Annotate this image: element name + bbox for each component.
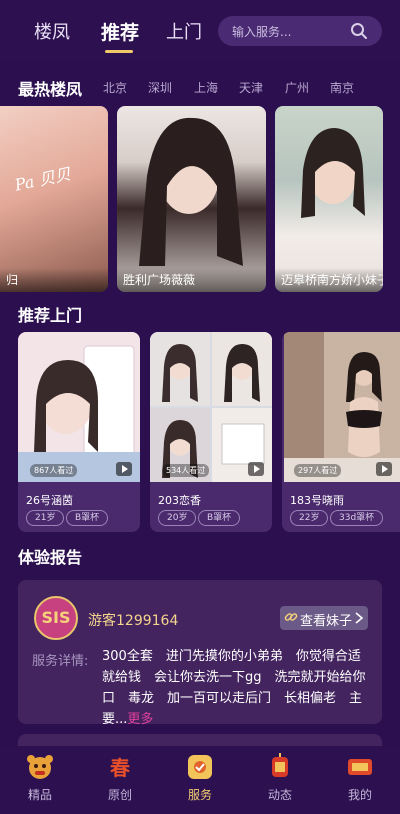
search-input[interactable]: 输入服务...	[218, 16, 382, 46]
nav-label: 动态	[267, 788, 292, 802]
tab-loufeng[interactable]: 楼凤	[34, 18, 70, 44]
detail-label: 服务详情:	[32, 654, 89, 669]
play-icon[interactable]	[248, 462, 264, 476]
nav-label: 精品	[27, 788, 52, 802]
report-section-title: 体验报告	[18, 548, 83, 567]
city-filter[interactable]: 天津	[239, 79, 263, 96]
nav-item-service[interactable]: 服务	[170, 752, 230, 808]
card-image	[150, 332, 272, 482]
hot-section-title: 最热楼凤	[18, 80, 83, 99]
card-image	[18, 332, 140, 482]
report-card: SIS 游客1299164 查看妹子 服务详情: 300全套 进门先摸你的小弟弟…	[18, 580, 382, 727]
service-icon	[188, 755, 212, 779]
nav-item-moments[interactable]: 动态	[250, 752, 310, 808]
hot-card-caption: 胜利广场薇薇	[117, 268, 266, 292]
recommend-card[interactable]: 534人看过 203恋香 20岁 B罩杯	[150, 332, 272, 532]
hot-card[interactable]: 迈皋桥南方娇小妹子	[275, 106, 383, 292]
hot-card-name: 归	[6, 273, 19, 287]
hot-card-caption: 归	[0, 268, 108, 292]
nav-label: 我的	[347, 788, 372, 802]
hot-card-name: 胜利广场薇薇	[123, 273, 196, 287]
profile-icon	[348, 759, 372, 775]
card-image	[284, 332, 400, 482]
hot-card-name: 迈皋桥南方娇小妹子	[281, 273, 383, 287]
chevron-right-icon	[355, 612, 364, 624]
tab-recommend[interactable]: 推荐	[101, 18, 139, 45]
hot-card[interactable]: Pa 贝贝 归	[0, 106, 108, 292]
cup-tag: B罩杯	[198, 510, 241, 526]
svg-text:春: 春	[109, 756, 131, 780]
card-overlay-text: Pa 贝贝	[12, 164, 73, 195]
city-filter[interactable]: 上海	[194, 79, 218, 96]
tab-door[interactable]: 上门	[166, 18, 202, 44]
bottom-nav: 精品 春 原创 服务 动态 我的	[0, 746, 400, 814]
search-placeholder: 输入服务...	[232, 25, 292, 39]
top-tab-bar: 楼凤 推荐 上门 输入服务...	[0, 0, 400, 62]
recommend-card[interactable]: 297人看过 183号晓雨 22岁 33d罩杯	[282, 332, 400, 532]
avatar-text: SIS	[41, 608, 71, 627]
view-girl-button[interactable]: 查看妹子	[280, 606, 368, 630]
more-link[interactable]: 更多	[127, 712, 153, 727]
tiger-icon	[27, 755, 53, 779]
hot-card[interactable]: 胜利广场薇薇	[117, 106, 266, 292]
nav-label: 服务	[187, 788, 212, 802]
spring-icon: 春	[109, 756, 131, 780]
search-icon[interactable]	[350, 22, 368, 40]
recommend-section-title: 推荐上门	[18, 306, 83, 325]
nav-item-mine[interactable]: 我的	[330, 752, 390, 808]
nav-label: 原创	[107, 788, 132, 802]
lantern-icon	[272, 753, 288, 777]
view-count: 867人看过	[30, 464, 78, 477]
portrait-image	[139, 117, 243, 266]
view-count: 534人看过	[162, 464, 210, 477]
link-icon	[284, 613, 298, 621]
age-tag: 20岁	[158, 510, 197, 526]
play-icon[interactable]	[116, 462, 132, 476]
portrait-image	[301, 128, 365, 218]
nav-item-original[interactable]: 春 原创	[90, 752, 150, 808]
age-tag: 22岁	[290, 510, 329, 526]
play-icon[interactable]	[376, 462, 392, 476]
reporter-name: 游客1299164	[88, 613, 179, 629]
active-tab-indicator	[105, 50, 133, 53]
view-count: 297人看过	[294, 464, 342, 477]
avatar[interactable]: SIS	[34, 596, 78, 640]
card-name: 203恋香	[158, 494, 201, 507]
hot-card-caption: 迈皋桥南方娇小妹子	[275, 268, 383, 292]
card-name: 183号晓雨	[290, 494, 344, 507]
age-tag: 21岁	[26, 510, 65, 526]
recommend-card[interactable]: 867人看过 26号涵茵 21岁 B罩杯	[18, 332, 140, 532]
cup-tag: B罩杯	[66, 510, 109, 526]
detail-text: 300全套 进门先摸你的小弟弟 你觉得合适就给钱 会让你去洗一下gg 洗完就开始…	[102, 646, 368, 730]
cup-tag: 33d罩杯	[330, 510, 384, 526]
city-filter[interactable]: 深圳	[148, 79, 172, 96]
city-filter[interactable]: 南京	[330, 79, 354, 96]
city-filter[interactable]: 北京	[103, 79, 127, 96]
nav-item-featured[interactable]: 精品	[10, 752, 70, 808]
card-name: 26号涵茵	[26, 494, 73, 507]
view-girl-label: 查看妹子	[300, 614, 353, 629]
city-filter[interactable]: 广州	[285, 79, 309, 96]
